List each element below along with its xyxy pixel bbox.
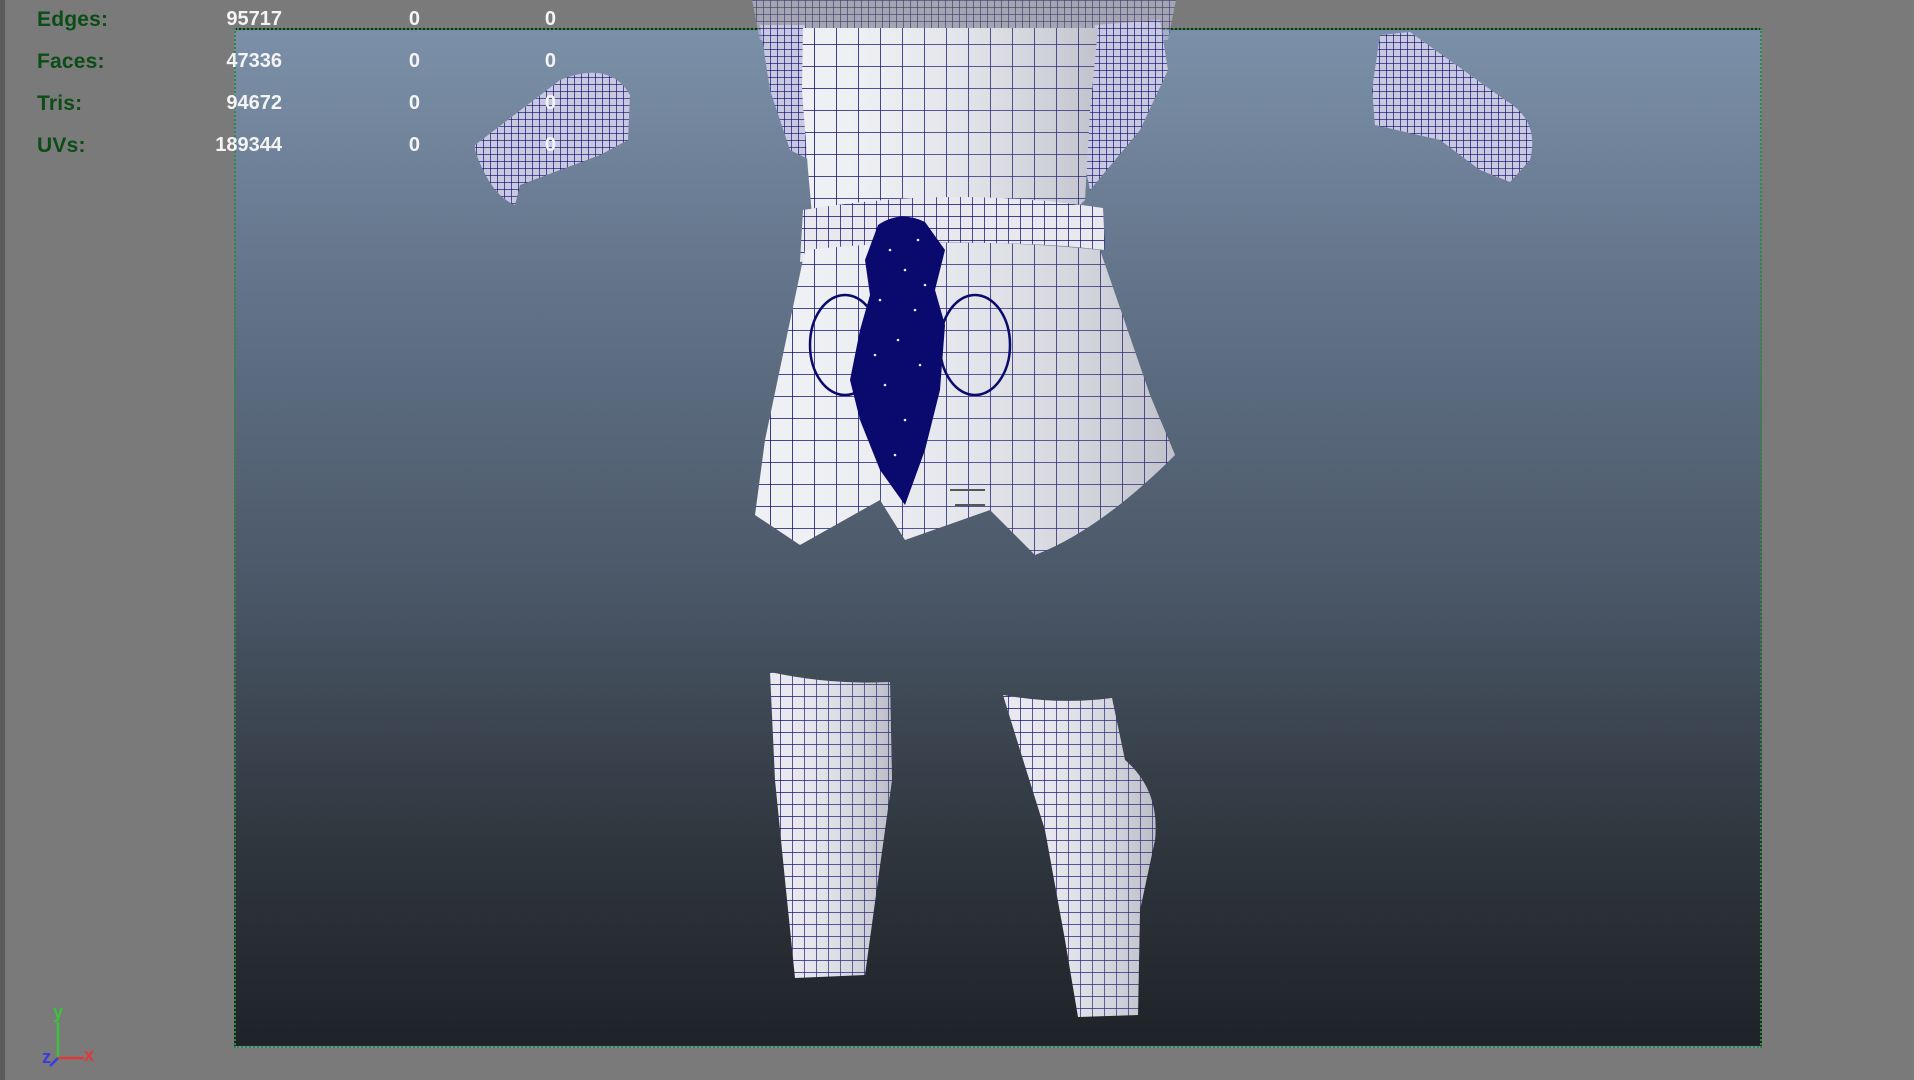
hud-row-tris: Tris: 94672 0 0 xyxy=(0,92,600,122)
hud-label: Faces: xyxy=(37,50,105,73)
poly-count-hud: Edges: 95717 0 0 Faces: 47336 0 0 Tris: … xyxy=(0,0,600,170)
hud-total: 95717 xyxy=(226,8,282,30)
x-axis-label: x xyxy=(84,1045,94,1065)
hud-label: Tris: xyxy=(37,92,83,115)
z-axis-line xyxy=(49,1057,59,1067)
y-axis-label: y xyxy=(53,1002,63,1022)
hud-extra: 0 xyxy=(544,134,556,156)
hud-row-uvs: UVs: 189344 0 0 xyxy=(0,134,600,164)
hud-total: 94672 xyxy=(226,92,282,114)
hud-selected: 0 xyxy=(408,134,420,156)
hud-label: UVs: xyxy=(37,134,86,157)
hud-total: 189344 xyxy=(215,134,282,156)
hud-selected: 0 xyxy=(408,92,420,114)
hud-extra: 0 xyxy=(544,50,556,72)
hud-row-faces: Faces: 47336 0 0 xyxy=(0,50,600,80)
hud-label: Edges: xyxy=(37,8,109,31)
z-axis-label: z xyxy=(42,1047,51,1067)
3d-viewport[interactable]: Edges: 95717 0 0 Faces: 47336 0 0 Tris: … xyxy=(0,0,1914,1080)
right-bracer-mesh xyxy=(1372,32,1533,182)
hud-selected: 0 xyxy=(408,50,420,72)
hud-total: 47336 xyxy=(226,50,282,72)
hud-row-edges: Edges: 95717 0 0 xyxy=(0,8,600,38)
hud-extra: 0 xyxy=(544,8,556,30)
hud-extra: 0 xyxy=(544,92,556,114)
axis-gizmo: y x z xyxy=(42,1002,94,1067)
hud-selected: 0 xyxy=(408,8,420,30)
